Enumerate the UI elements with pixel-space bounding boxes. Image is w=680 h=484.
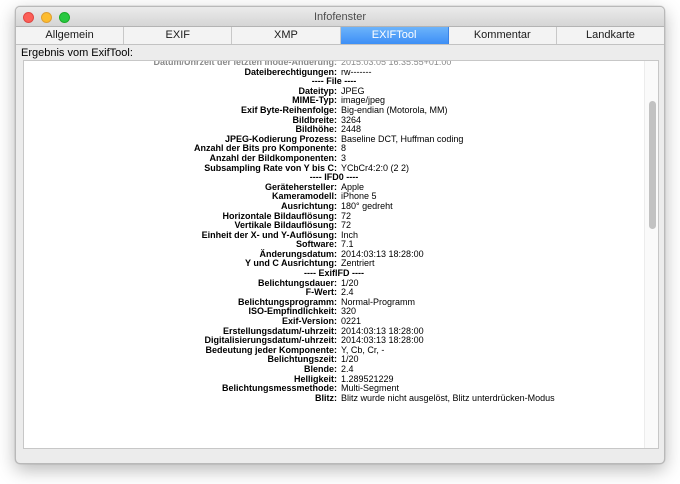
tab-exiftool[interactable]: EXIFTool xyxy=(340,27,449,44)
metadata-row: Blitz: Blitz wurde nicht ausgelöst, Blitz… xyxy=(24,392,644,404)
tab-bar: Allgemein EXIF XMP EXIFTool Kommentar La… xyxy=(16,27,664,45)
exiftool-output[interactable]: Datum/Uhrzeit der letzten Inode-Änderung… xyxy=(23,60,659,449)
tab-xmp[interactable]: XMP xyxy=(232,27,341,44)
metadata-list: Datum/Uhrzeit der letzten Inode-Änderung… xyxy=(24,61,644,404)
tab-kommentar[interactable]: Kommentar xyxy=(449,27,557,44)
vertical-scrollbar[interactable] xyxy=(644,61,658,448)
result-label: Ergebnis vom ExifTool: xyxy=(21,47,133,59)
tab-allgemein[interactable]: Allgemein xyxy=(16,27,125,44)
window-title: Infofenster xyxy=(314,11,366,23)
tab-exif[interactable]: EXIF xyxy=(124,27,233,44)
title-bar[interactable]: Infofenster xyxy=(16,7,664,27)
tab-landkarte[interactable]: Landkarte xyxy=(557,27,664,44)
metadata-value: Baseline DCT, Huffman coding xyxy=(341,133,464,144)
metadata-key: Blitz: xyxy=(315,392,337,403)
scroll-thumb[interactable] xyxy=(649,101,656,229)
metadata-value: Blitz wurde nicht ausgelöst, Blitz unter… xyxy=(341,392,555,403)
info-window: Infofenster Allgemein EXIF XMP EXIFTool … xyxy=(15,6,665,464)
